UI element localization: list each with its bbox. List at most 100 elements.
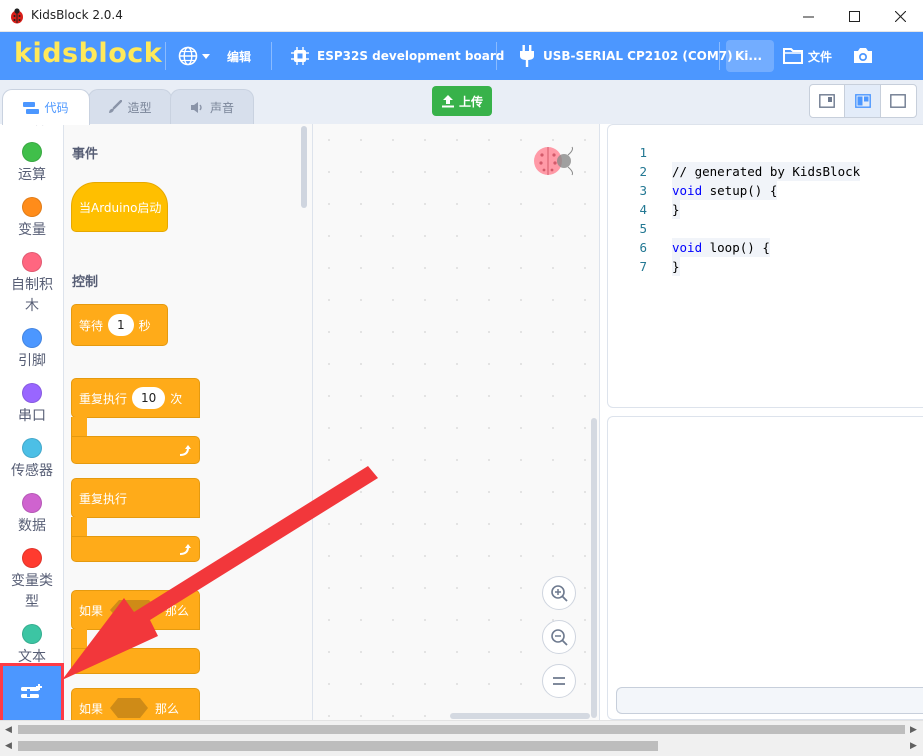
port-selector[interactable]: USB-SERIAL CP2102 (COM7) — [519, 32, 733, 80]
close-button[interactable] — [877, 0, 923, 32]
repeat-block-arm — [71, 417, 87, 437]
code-line: 7 — [607, 238, 652, 274]
category-my-blocks[interactable]: 自制积木 — [0, 252, 63, 317]
category-dot — [22, 493, 42, 513]
code-line: 3 } — [607, 162, 680, 219]
ki-menu[interactable]: Ki... — [735, 32, 762, 80]
horizontal-scrollbar[interactable]: ◀ ▶ — [0, 737, 923, 756]
zoom-reset-button[interactable] — [542, 664, 576, 698]
block-label: 当Arduino启动 — [79, 200, 162, 215]
if-block-footer — [71, 648, 200, 674]
kidsblock-logo[interactable]: kidsblock — [14, 38, 162, 69]
zoom-out-icon — [551, 629, 568, 646]
category-sensors[interactable]: 传感器 — [0, 438, 63, 482]
language-menu[interactable] — [178, 32, 211, 80]
category-dot — [22, 624, 42, 644]
code-text: } — [672, 257, 680, 276]
maximize-button[interactable] — [831, 0, 877, 32]
category-label: 串口 — [18, 408, 46, 424]
tab-costumes[interactable]: 造型 — [88, 89, 172, 124]
view-large-stage-button[interactable] — [881, 85, 916, 117]
category-text[interactable]: 文本 — [0, 624, 63, 668]
chip-icon — [291, 47, 309, 65]
forever-block-footer — [71, 536, 200, 562]
globe-icon — [178, 46, 198, 66]
code-text-rest: loop() { — [702, 240, 770, 255]
scroll-left-icon[interactable]: ◀ — [5, 741, 12, 751]
zoom-out-button[interactable] — [542, 620, 576, 654]
boolean-slot — [110, 698, 149, 718]
events-section-header: 事件 — [72, 147, 99, 162]
minimize-button[interactable] — [785, 0, 831, 32]
tab-sounds[interactable]: 声音 — [170, 89, 254, 124]
wait-block[interactable]: 等待 1 秒 — [71, 304, 168, 346]
repeat-times-block[interactable]: 重复执行 10 次 — [71, 378, 200, 418]
screenshot-button[interactable] — [852, 32, 874, 80]
block-label: 如果 — [79, 603, 104, 618]
scroll-right-icon[interactable]: ▶ — [910, 741, 917, 751]
serial-monitor-panel — [607, 416, 923, 720]
repeat-block-footer — [71, 436, 200, 464]
view-split-button[interactable] — [845, 85, 881, 117]
ki-menu-label: Ki... — [735, 49, 763, 63]
menu-divider — [165, 42, 166, 70]
workspace-vertical-scrollbar[interactable] — [591, 418, 597, 718]
category-operators[interactable]: 运算 — [0, 142, 63, 186]
edit-menu-label: 编辑 — [227, 49, 252, 64]
scroll-right-icon[interactable]: ▶ — [910, 725, 917, 735]
tab-code[interactable]: 代码 — [2, 89, 90, 125]
menu-divider — [271, 42, 272, 70]
code-blocks-icon — [23, 101, 40, 114]
if-then-block[interactable]: 如果 那么 — [71, 590, 200, 630]
camera-icon — [854, 48, 872, 63]
wait-seconds-input[interactable]: 1 — [108, 314, 134, 336]
board-selector[interactable]: ESP32S development board — [291, 32, 504, 80]
scroll-left-icon[interactable]: ◀ — [5, 725, 12, 735]
usb-plug-icon — [520, 45, 534, 67]
block-label: 那么 — [155, 701, 180, 716]
maximize-icon — [848, 10, 860, 22]
when-arduino-starts-block[interactable]: 当Arduino启动 — [71, 182, 168, 232]
code-text: } — [672, 200, 680, 219]
forever-block-arm — [71, 517, 87, 537]
ladybug-app-icon — [11, 8, 23, 24]
category-label: 自制积木 — [11, 277, 53, 314]
file-menu[interactable]: 文件 — [783, 32, 832, 80]
category-control[interactable]: 控制 — [0, 124, 63, 131]
category-label: 数据 — [18, 518, 46, 534]
menu-divider — [496, 42, 497, 70]
folder-icon — [783, 48, 803, 64]
workspace-horizontal-scrollbar[interactable] — [450, 713, 590, 719]
upload-label: 上传 — [458, 94, 483, 109]
forever-block[interactable]: 重复执行 — [71, 478, 200, 518]
caret-down-icon — [202, 54, 210, 59]
view-small-stage-button[interactable] — [810, 85, 846, 117]
edit-menu[interactable]: 编辑 — [227, 32, 251, 80]
equals-icon — [553, 677, 565, 685]
line-number: 7 — [639, 259, 647, 274]
serial-input-field[interactable] — [616, 687, 923, 714]
category-dot — [22, 328, 42, 348]
category-variable-types[interactable]: 变量类型 — [0, 548, 63, 613]
scrollbar-thumb[interactable] — [18, 725, 905, 734]
loop-arrow-icon — [179, 445, 191, 456]
category-label: 传感器 — [11, 463, 53, 479]
kidsblock-window: KidsBlock 2.0.4 kidsblock 编辑 ESP32S deve… — [0, 0, 923, 756]
code-line: 6 } — [607, 219, 680, 276]
palette-scrollbar[interactable] — [301, 126, 307, 208]
category-data[interactable]: 数据 — [0, 493, 63, 537]
tab-sounds-label: 声音 — [209, 100, 234, 115]
horizontal-scrollbar[interactable]: ◀ ▶ — [0, 720, 923, 737]
code-line: 1 // generated by KidsBlock — [607, 124, 861, 181]
add-extension-button[interactable] — [0, 663, 64, 723]
zoom-in-button[interactable] — [542, 576, 576, 610]
category-serial[interactable]: 串口 — [0, 383, 63, 427]
file-menu-label: 文件 — [808, 49, 833, 64]
category-variables[interactable]: 变量 — [0, 197, 63, 241]
upload-button[interactable]: 上传 — [432, 86, 492, 116]
title-bar: KidsBlock 2.0.4 — [0, 0, 923, 32]
category-dot — [22, 197, 42, 217]
scrollbar-thumb[interactable] — [18, 741, 658, 751]
category-pins[interactable]: 引脚 — [0, 328, 63, 372]
repeat-count-input[interactable]: 10 — [132, 387, 166, 409]
